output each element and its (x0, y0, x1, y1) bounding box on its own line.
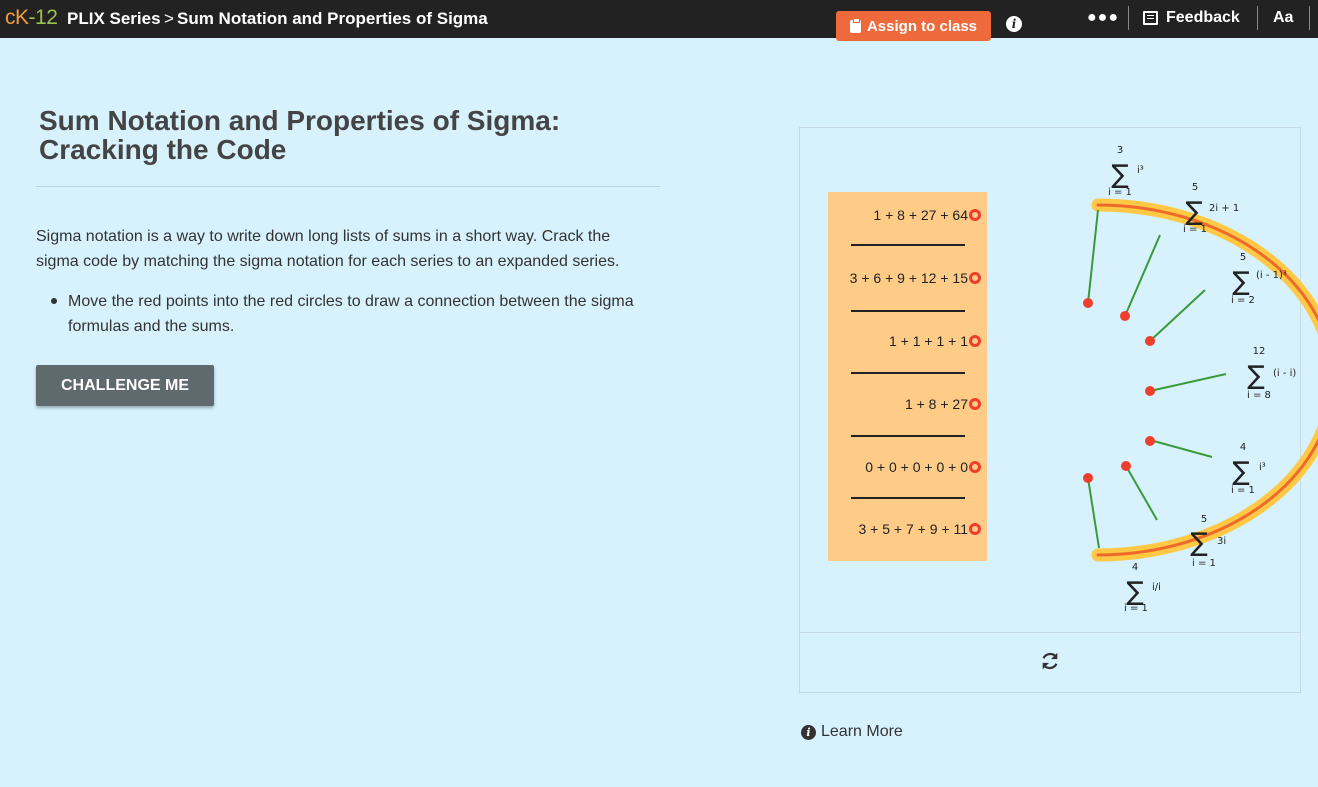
sigma-upper: 4 (1240, 442, 1246, 453)
sigma-icon: ∑ (1185, 197, 1203, 227)
sigma-term: i³ (1259, 462, 1266, 473)
sigma-lower: i = 1 (1108, 187, 1132, 198)
sigma-upper: 4 (1132, 562, 1138, 573)
sigma-upper: 5 (1240, 252, 1246, 263)
sigma-lower: i = 1 (1231, 485, 1255, 496)
connector-line (1149, 439, 1213, 458)
sigma-lower: i = 8 (1247, 390, 1271, 401)
sigma-term: i³ (1137, 165, 1144, 176)
connector-line (1125, 465, 1158, 521)
info-icon: i (801, 724, 816, 740)
connector-line (1124, 234, 1161, 317)
sigma-lower: i = 1 (1192, 558, 1216, 569)
sigma-upper: 5 (1201, 514, 1207, 525)
sigma-label: 12 ∑ (i - i) i = 8 (1247, 346, 1296, 401)
learn-more-link[interactable]: i Learn More (801, 723, 903, 741)
arc-inner (1096, 203, 1318, 557)
sigma-term: i/i (1152, 582, 1161, 593)
connector-line (1149, 373, 1227, 392)
sigma-icon: ∑ (1247, 361, 1265, 391)
connector-line (1149, 289, 1206, 342)
drag-point[interactable] (1083, 298, 1093, 308)
sigma-icon: ∑ (1232, 457, 1250, 487)
sigma-lower: i = 2 (1231, 295, 1255, 306)
learn-more-label: Learn More (821, 723, 903, 740)
sigma-term: (i - i) (1273, 368, 1296, 379)
drag-point[interactable] (1121, 461, 1131, 471)
drag-point[interactable] (1145, 386, 1155, 396)
sigma-icon: ∑ (1111, 160, 1129, 190)
drag-point[interactable] (1120, 311, 1130, 321)
connector-line (1087, 477, 1100, 549)
drag-point[interactable] (1083, 473, 1093, 483)
sigma-lower: i = 1 (1183, 224, 1207, 235)
sigma-term: 3i (1217, 536, 1226, 547)
sigma-upper: 12 (1253, 346, 1266, 357)
sigma-label: 4 ∑ i³ i = 1 (1231, 442, 1266, 496)
connector-line (1087, 209, 1099, 304)
sigma-term: (i - 1)³ (1256, 270, 1287, 281)
sigma-label: 3 ∑ i³ i = 1 (1108, 145, 1144, 198)
drag-point[interactable] (1145, 436, 1155, 446)
refresh-icon[interactable] (1039, 650, 1061, 672)
arc-outer (1091, 198, 1318, 562)
sigma-term: 2i + 1 (1209, 203, 1239, 214)
sigma-upper: 5 (1192, 182, 1198, 193)
sigma-diagram: 3 ∑ i³ i = 1 5 ∑ 2i + 1 i = 1 5 ∑ (i - 1… (1083, 145, 1318, 614)
sigma-lower: i = 1 (1124, 603, 1148, 614)
sigma-icon: ∑ (1232, 267, 1250, 297)
sigma-label: 4 ∑ i/i i = 1 (1124, 562, 1161, 614)
sigma-upper: 3 (1117, 145, 1123, 156)
sigma-icon: ∑ (1190, 528, 1208, 558)
drag-point[interactable] (1145, 336, 1155, 346)
